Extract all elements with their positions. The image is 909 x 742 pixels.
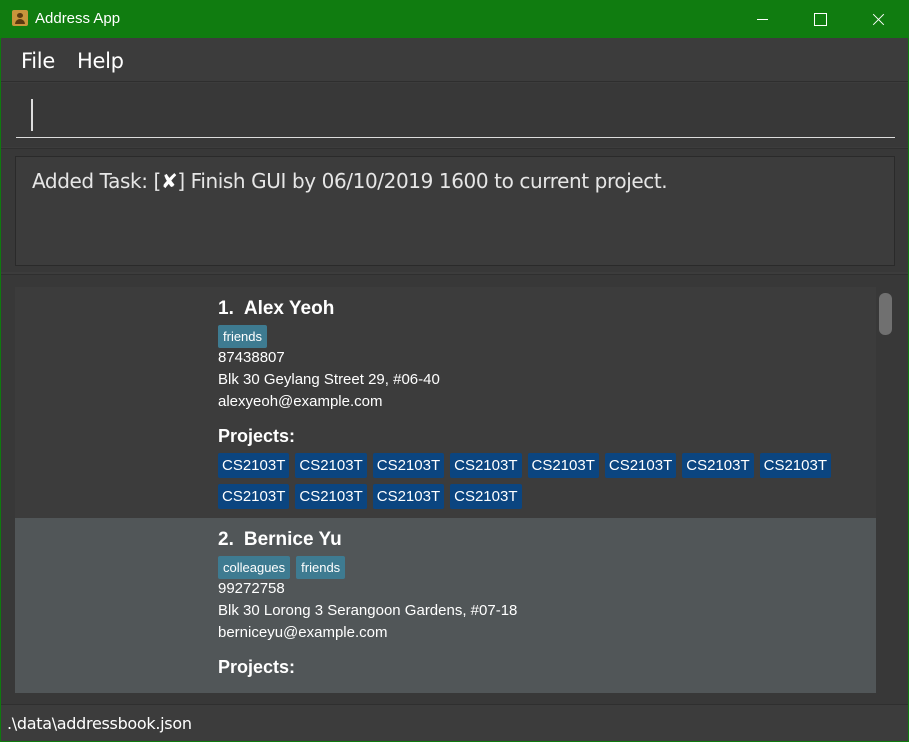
menu-bar: File Help	[1, 38, 908, 82]
address: Blk 30 Geylang Street 29, #06-40	[218, 371, 440, 388]
project-badge: CS2103T	[682, 453, 754, 478]
person-list[interactable]: 1. Alex Yeoh friends 87438807 Blk 30 Geyl…	[15, 287, 876, 693]
project-badge: CS2103T	[450, 484, 522, 509]
project-badge: CS2103T	[372, 453, 445, 478]
projects-label: Projects:	[218, 426, 296, 446]
person-name: 2. Bernice Yu	[218, 529, 342, 551]
projects-label: Projects:	[218, 657, 296, 677]
app-window: Address App File Help Added Task: [✘] Fi…	[0, 0, 909, 742]
result-display: Added Task: [✘] Finish GUI by 06/10/2019…	[15, 156, 895, 266]
person-name: 1. Alex Yeoh	[218, 298, 334, 320]
scrollbar[interactable]	[876, 287, 895, 693]
address-book-icon	[12, 10, 28, 26]
project-badge: CS2103T	[218, 453, 290, 478]
command-input[interactable]	[16, 93, 895, 138]
person-index: 1.	[218, 298, 234, 319]
result-display-area: Added Task: [✘] Finish GUI by 06/10/2019…	[1, 148, 908, 272]
project-badge: CS2103T	[295, 453, 367, 478]
person-index: 2.	[218, 529, 234, 550]
person-name-text: Alex Yeoh	[243, 298, 335, 319]
title-bar[interactable]: Address App	[0, 0, 909, 38]
window-title: Address App	[35, 10, 121, 27]
text-caret	[31, 99, 33, 131]
project-badge: CS2103T	[295, 484, 367, 509]
email: alexyeoh@example.com	[218, 393, 383, 410]
project-badge: CS2103T	[450, 453, 522, 478]
tag: friends	[296, 556, 346, 579]
person-list-panel: 1. Alex Yeoh friends 87438807 Blk 30 Geyl…	[1, 274, 908, 704]
command-box	[1, 83, 908, 147]
result-message: Added Task: [✘] Finish GUI by 06/10/2019…	[32, 169, 668, 193]
main-content: File Help Added Task: [✘] Finish GUI by …	[1, 38, 908, 741]
tag-list: colleagues friends	[218, 556, 351, 580]
cross-mark-icon: ✘	[160, 169, 178, 193]
result-prefix: Added Task: [	[32, 169, 161, 193]
phone: 99272758	[218, 580, 285, 597]
project-list: CS2103T CS2103T CS2103T CS2103T CS2103T CS210…	[218, 453, 858, 515]
status-bar: .\data\addressbook.json	[1, 704, 908, 741]
tag: friends	[218, 325, 268, 348]
project-badge: CS2103T	[218, 484, 290, 509]
phone: 87438807	[218, 349, 285, 366]
scrollbar-thumb[interactable]	[879, 293, 892, 335]
person-card[interactable]: 1. Alex Yeoh friends 87438807 Blk 30 Geyl…	[15, 287, 876, 518]
maximize-button[interactable]	[791, 0, 849, 38]
menu-file[interactable]: File	[21, 49, 55, 73]
project-badge: CS2103T	[604, 453, 677, 478]
person-card[interactable]: 2. Bernice Yu colleagues friends 99272758 …	[15, 518, 876, 693]
person-name-text: Bernice Yu	[243, 529, 342, 550]
tag: colleagues	[218, 556, 291, 579]
close-button[interactable]	[849, 0, 907, 38]
save-location: .\data\addressbook.json	[7, 714, 192, 733]
project-badge: CS2103T	[527, 453, 599, 478]
email: berniceyu@example.com	[218, 624, 388, 641]
menu-help[interactable]: Help	[77, 49, 124, 73]
tag-list: friends	[218, 325, 273, 349]
project-badge: CS2103T	[759, 453, 831, 478]
project-badge: CS2103T	[372, 484, 445, 509]
result-suffix: ] Finish GUI by 06/10/2019 1600 to curre…	[177, 169, 668, 193]
minimize-button[interactable]	[733, 0, 791, 38]
address: Blk 30 Lorong 3 Serangoon Gardens, #07-1…	[218, 602, 518, 619]
